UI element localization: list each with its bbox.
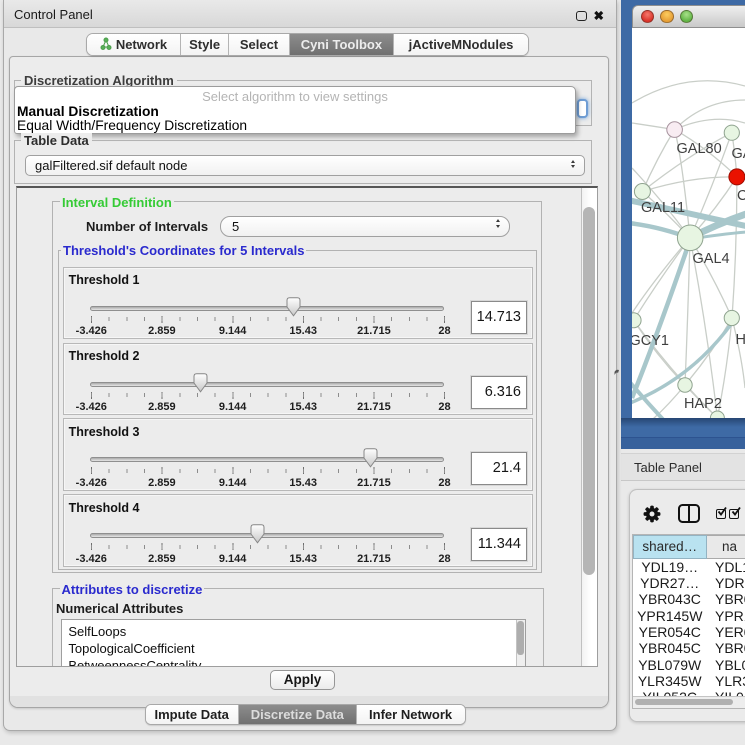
svg-text:GAL11: GAL11 xyxy=(641,200,685,216)
svg-text:H: H xyxy=(736,332,745,348)
svg-text:GAL80: GAL80 xyxy=(677,141,722,157)
svg-text:GAL4: GAL4 xyxy=(693,251,730,267)
svg-text:C: C xyxy=(737,188,745,204)
svg-text:GCY1: GCY1 xyxy=(632,333,669,349)
svg-text:HAP2: HAP2 xyxy=(684,396,722,412)
svg-text:GA: GA xyxy=(732,146,745,162)
